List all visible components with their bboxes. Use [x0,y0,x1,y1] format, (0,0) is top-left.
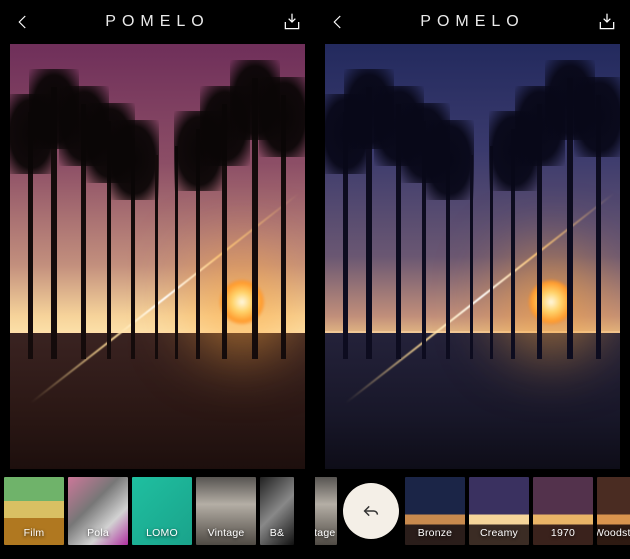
filter-preset-1970[interactable]: 1970 [533,477,593,545]
app-title: POMELO [34,13,281,31]
filter-category-pola[interactable]: Pola [68,477,128,545]
filter-label: 1970 [551,527,575,545]
filter-category-current[interactable]: Vintage [315,477,337,545]
screen-right: POMELO Vintage [315,0,630,559]
filter-preset-woodstock[interactable]: Woodstoc [597,477,630,545]
filter-preset-bronze[interactable]: Bronze [405,477,465,545]
save-icon[interactable] [596,11,618,33]
filter-category-vintage[interactable]: Vintage [196,477,256,545]
back-icon[interactable] [12,11,34,33]
screen-left: POMELO Film Pola [0,0,315,559]
top-bar: POMELO [315,0,630,44]
filter-category-film[interactable]: Film [4,477,64,545]
filter-label: Creamy [480,527,518,545]
app-title: POMELO [349,13,596,31]
filter-label: Woodstoc [597,527,630,545]
back-icon[interactable] [327,11,349,33]
filter-label: Vintage [208,527,245,545]
top-bar: POMELO [0,0,315,44]
photo-preview[interactable] [10,44,305,469]
category-back-button[interactable] [343,483,399,539]
filter-label: Film [24,527,45,545]
filter-label: Vintage [315,527,335,545]
filter-label: LOMO [146,527,178,545]
photo-preview[interactable] [325,44,620,469]
filter-category-lomo[interactable]: LOMO [132,477,192,545]
filter-label: Bronze [418,527,452,545]
save-icon[interactable] [281,11,303,33]
filter-label: Pola [87,527,109,545]
filter-label: B& [270,527,284,545]
filter-category-bw[interactable]: B& [260,477,294,545]
filter-preset-strip[interactable]: Vintage Bronze Creamy 1970 Woodstoc [315,475,630,559]
filter-category-strip[interactable]: Film Pola LOMO Vintage B& [0,475,315,559]
filter-preset-creamy[interactable]: Creamy [469,477,529,545]
